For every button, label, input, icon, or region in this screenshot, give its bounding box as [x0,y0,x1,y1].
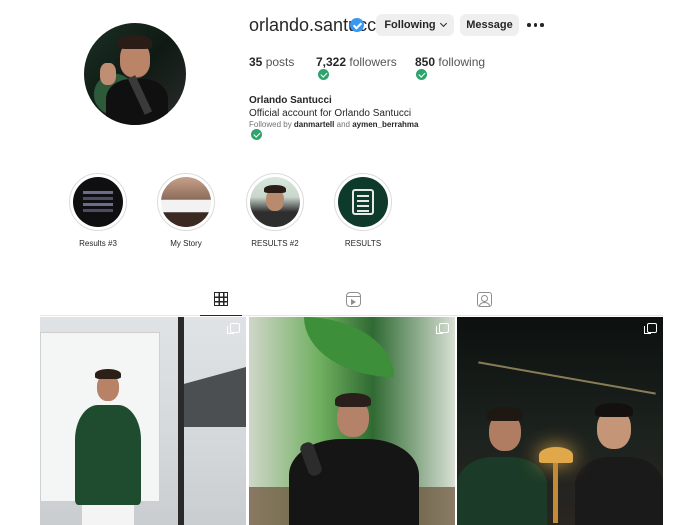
highlight-ring [334,173,392,231]
highlight-my-story[interactable]: My Story [156,173,216,248]
highlight-label: RESULTS #2 [251,239,299,248]
followed-by-and: and [336,120,350,129]
post-string-light [478,361,656,395]
followed-by-prefix: Followed by [249,120,292,129]
tagged-icon [476,292,492,307]
message-button[interactable]: Message [460,14,519,36]
highlight-cover [161,177,211,227]
highlight-label: Results #3 [79,239,117,248]
following-button-label: Following [384,19,436,31]
highlight-label: RESULTS [344,239,382,248]
highlight-results[interactable]: RESULTS [333,173,393,248]
post-plant [304,317,394,377]
following-check-icon [416,69,427,80]
highlight-results-2[interactable]: RESULTS #2 [245,173,305,248]
carousel-icon [436,323,449,334]
post-person-hair [95,369,121,379]
carousel-icon [644,323,657,334]
followers-count: 7,322 [316,55,347,69]
following-button[interactable]: Following [376,14,454,36]
post-person-body [575,457,663,525]
highlight-cover [338,177,388,227]
more-dots-icon[interactable] [527,23,544,27]
tab-tagged[interactable] [463,292,505,316]
following-count: 850 [415,55,436,69]
post-pole [178,317,184,525]
followers-check-icon [318,69,329,80]
followed-by-user1[interactable]: danmartell [294,120,334,129]
tab-posts[interactable] [200,292,242,316]
highlight-cover [73,177,123,227]
followed-by-user2[interactable]: aymen_berrahma [352,120,418,129]
highlight-ring [69,173,127,231]
post-person-pants [82,505,134,525]
profile-full-name: Orlando Santucci [249,95,332,106]
post-person-hair [335,393,371,407]
followed-by-check-icon [251,129,262,140]
post-lamp-stem [553,463,558,523]
stat-posts: 35 posts [249,55,294,69]
avatar-hand [100,63,116,85]
post-thumbnail[interactable] [457,317,663,525]
reels-icon [345,292,361,307]
post-thumbnail[interactable] [249,317,455,525]
post-lamp [539,447,573,463]
highlight-ring [246,173,304,231]
highlight-cover [250,177,300,227]
post-roof [180,367,246,427]
following-label: following [438,55,486,69]
post-thumbnail[interactable] [40,317,246,525]
highlight-label: My Story [170,239,202,248]
posts-count: 35 [249,55,263,69]
profile-bio: Official account for Orlando Santucci [249,108,412,119]
stat-following[interactable]: 850 following [415,55,485,69]
tab-reels[interactable] [332,292,374,316]
posts-label: posts [265,55,295,69]
stat-followers[interactable]: 7,322 followers [316,55,397,69]
followed-by[interactable]: Followed by danmartell and aymen_berrahm… [249,120,418,129]
post-person-hair [595,403,633,417]
followers-label: followers [349,55,397,69]
document-icon [352,189,374,215]
chevron-down-icon [439,19,447,28]
avatar-hair [118,35,152,49]
profile-avatar[interactable] [84,23,186,125]
highlight-results-3[interactable]: Results #3 [68,173,128,248]
verified-badge-icon [350,18,364,32]
post-person-body [457,457,547,525]
carousel-icon [227,323,240,334]
grid-icon [214,292,228,306]
post-person-shirt [75,405,141,505]
highlight-ring [157,173,215,231]
post-person-hair [487,407,523,421]
